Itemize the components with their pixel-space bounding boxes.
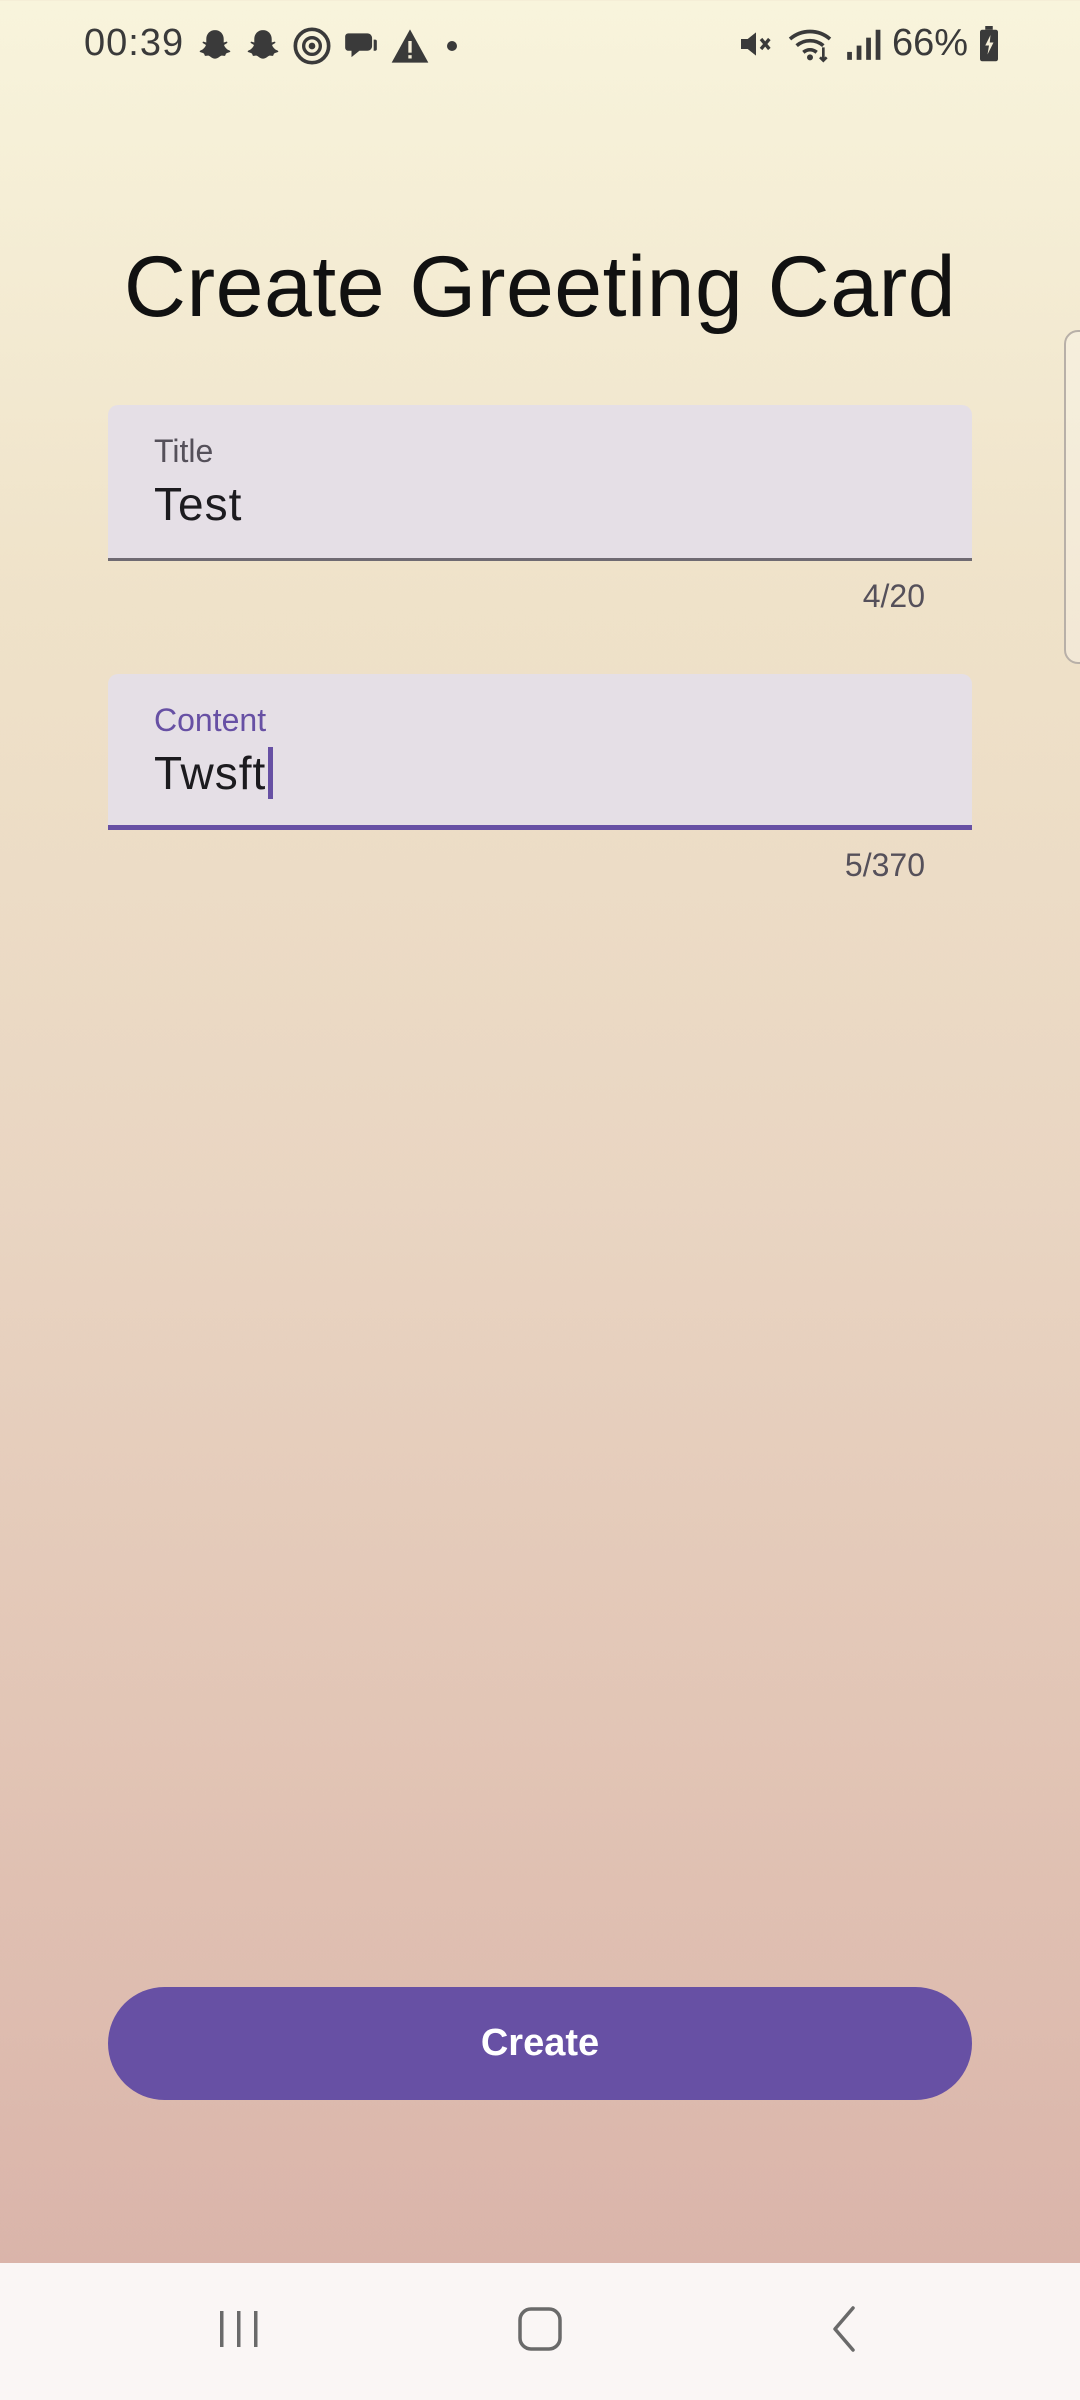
back-button[interactable] [794, 2291, 894, 2371]
content-field-value[interactable]: Twsft [154, 746, 274, 800]
status-bar: 00:39 66% [0, 0, 1080, 92]
wifi-icon [786, 24, 834, 64]
signal-icon [844, 24, 882, 64]
title-field-label: Title [154, 433, 214, 469]
navigation-bar [0, 2263, 1080, 2400]
battery-icon [978, 25, 1000, 62]
home-button[interactable] [490, 2291, 590, 2371]
create-button[interactable]: Create [108, 1987, 972, 2100]
chat-bubble-icon [342, 27, 380, 65]
recents-button[interactable] [189, 2291, 289, 2371]
text-cursor [268, 747, 274, 799]
status-time: 00:39 [84, 22, 185, 64]
content-field-text: Twsft [154, 747, 267, 799]
recents-icon [216, 2307, 262, 2356]
edge-panel-handle[interactable] [1064, 330, 1080, 664]
snapchat-icon [244, 27, 282, 65]
title-char-counter: 4/20 [862, 578, 925, 614]
battery-percent: 66% [891, 22, 968, 64]
back-icon [827, 2304, 861, 2359]
warning-icon [390, 27, 430, 65]
title-field[interactable]: Title Test [108, 405, 972, 561]
dot-icon [440, 27, 464, 65]
content-field-label: Content [154, 702, 267, 738]
home-icon [516, 2305, 564, 2358]
page-title: Create Greeting Card [123, 239, 957, 335]
content-field[interactable]: Content Twsft [108, 674, 972, 830]
threads-icon [292, 26, 332, 66]
notification-icons [196, 26, 464, 66]
title-field-value[interactable]: Test [154, 477, 242, 531]
mute-icon [736, 24, 776, 64]
status-right: 66% [736, 22, 1000, 65]
content-char-counter: 5/370 [844, 847, 925, 883]
snapchat-icon [196, 27, 234, 65]
title-field-text: Test [154, 478, 243, 530]
